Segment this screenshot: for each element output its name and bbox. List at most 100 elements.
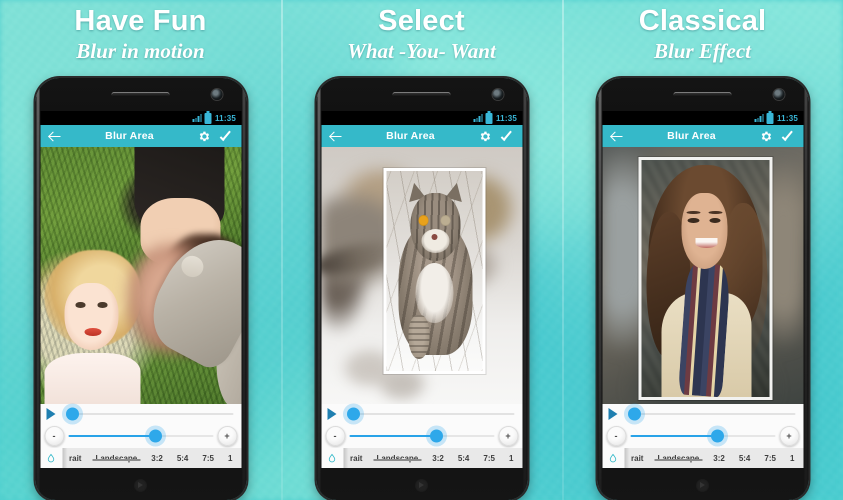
increase-button[interactable]: + [779, 426, 799, 446]
bottom-slider-thumb[interactable] [710, 429, 724, 443]
status-bar-2: 11:35 [321, 111, 522, 125]
bottom-slider-track[interactable] [630, 429, 775, 443]
panel-3-subtitle: Blur Effect [653, 39, 752, 63]
bottom-slider-row-2: - + [321, 424, 522, 448]
panel-1-title: Have Fun [74, 5, 207, 37]
app-bar-3: Blur Area [602, 125, 803, 147]
decrease-button[interactable]: - [44, 426, 64, 446]
cat-nose [431, 233, 438, 240]
home-button-2[interactable] [415, 479, 428, 492]
app-bar-title: Blur Area [386, 130, 435, 142]
ratio-option-7-5[interactable]: 7:5 [757, 454, 783, 463]
phone-screen-1: 11:35 Blur Area - + rait Landscape 3:2 5… [40, 111, 241, 468]
top-slider-track[interactable] [66, 407, 233, 421]
left-eye [75, 302, 86, 308]
increase-button[interactable]: + [217, 426, 237, 446]
home-button-3[interactable] [696, 479, 709, 492]
bottom-slider-track[interactable] [349, 429, 494, 443]
phone-mockup-3: 11:35 Blur Area - + rait Landscape 3:2 5… [597, 78, 808, 500]
play-triangle-icon[interactable] [608, 408, 617, 420]
ratio-option-7-5[interactable]: 7:5 [476, 454, 502, 463]
white-shirt [44, 352, 141, 404]
ratio-option-partial[interactable]: 1 [502, 454, 520, 463]
promo-panel-1: Have Fun Blur in motion 11:35 Blur Area [0, 0, 281, 500]
battery-icon [485, 111, 493, 124]
bottom-slider-fill [68, 434, 155, 438]
ratio-option-7-5[interactable]: 7:5 [195, 454, 221, 463]
phone-mockup-1: 11:35 Blur Area - + rait Landscape 3:2 5… [35, 78, 246, 500]
bottom-slider-row-1: - + [40, 424, 241, 448]
decrease-button[interactable]: - [606, 426, 626, 446]
ratio-strip-2[interactable]: rait Landscape 3:2 5:4 7:5 1 [343, 448, 522, 468]
top-slider-track[interactable] [347, 407, 514, 421]
panel-row: Have Fun Blur in motion 11:35 Blur Area [0, 0, 843, 500]
back-arrow-icon[interactable] [609, 129, 624, 144]
ratio-option-3-2[interactable]: 3:2 [425, 454, 451, 463]
panel-2-subtitle: What -You- Want [347, 39, 496, 63]
home-button-1[interactable] [134, 479, 147, 492]
top-slider-thumb[interactable] [66, 407, 80, 421]
top-slider-track[interactable] [628, 407, 795, 421]
back-arrow-icon[interactable] [47, 129, 62, 144]
photo-canvas-3[interactable] [602, 147, 803, 404]
bottom-slider-fill [349, 434, 436, 438]
top-slider-thumb[interactable] [628, 407, 642, 421]
ratio-option-3-2[interactable]: 3:2 [706, 454, 732, 463]
gear-icon[interactable] [759, 130, 772, 143]
ratio-option-landscape[interactable]: Landscape [88, 454, 144, 463]
back-arrow-icon[interactable] [328, 129, 343, 144]
app-bar-title: Blur Area [667, 130, 716, 142]
ratio-option-landscape[interactable]: Landscape [650, 454, 706, 463]
photo-canvas-2[interactable] [321, 147, 522, 404]
bottom-slider-track[interactable] [68, 429, 213, 443]
check-icon[interactable] [500, 129, 515, 144]
phone-edge-highlight-3 [804, 79, 807, 499]
check-icon[interactable] [219, 129, 234, 144]
ratio-option-partial[interactable]: 1 [783, 454, 801, 463]
phone-screen-3: 11:35 Blur Area - + rait Landscape 3:2 5… [602, 111, 803, 468]
gear-icon[interactable] [197, 130, 210, 143]
promo-screenshot-stage: Have Fun Blur in motion 11:35 Blur Area [0, 0, 843, 500]
check-icon[interactable] [781, 129, 796, 144]
ratio-option-3-2[interactable]: 3:2 [144, 454, 170, 463]
play-triangle-icon[interactable] [46, 408, 55, 420]
cat-chest [415, 262, 454, 323]
phone-edge-highlight-1 [242, 79, 245, 499]
water-drop-icon[interactable] [321, 448, 343, 468]
increase-button[interactable]: + [498, 426, 518, 446]
status-bar-1: 11:35 [40, 111, 241, 125]
water-drop-icon[interactable] [40, 448, 62, 468]
selection-frame[interactable] [383, 167, 486, 374]
ratio-option-partial[interactable]: 1 [221, 454, 239, 463]
earpiece-speaker-1 [111, 92, 170, 97]
ratio-option-5-4[interactable]: 5:4 [732, 454, 758, 463]
ratio-strip-3[interactable]: rait Landscape 3:2 5:4 7:5 1 [624, 448, 803, 468]
play-triangle-icon[interactable] [327, 408, 336, 420]
ratio-strip-1[interactable]: rait Landscape 3:2 5:4 7:5 1 [62, 448, 241, 468]
gear-icon[interactable] [478, 130, 491, 143]
bottom-slider-thumb[interactable] [148, 429, 162, 443]
status-clock: 11:35 [776, 113, 798, 123]
ratio-option-5-4[interactable]: 5:4 [451, 454, 477, 463]
editor-controls-1: - + rait Landscape 3:2 5:4 7:5 1 [40, 404, 241, 468]
aspect-ratio-bar-3: rait Landscape 3:2 5:4 7:5 1 [602, 448, 803, 468]
ratio-option-landscape[interactable]: Landscape [369, 454, 425, 463]
decrease-button[interactable]: - [325, 426, 345, 446]
top-slider-row-2 [321, 404, 522, 424]
ratio-option-5-4[interactable]: 5:4 [170, 454, 196, 463]
top-slider-thumb[interactable] [347, 407, 361, 421]
panel-2-headings: Select What -You- Want [281, 0, 562, 74]
bottom-slider-fill [630, 434, 717, 438]
promo-panel-3: Classical Blur Effect 11:35 Blur Area - … [562, 0, 843, 500]
strip-left-shadow [343, 448, 348, 468]
signal-bars-icon [473, 114, 483, 122]
front-camera-2 [492, 89, 503, 100]
selection-frame[interactable] [638, 157, 773, 400]
status-clock: 11:35 [495, 113, 517, 123]
photo-canvas-1[interactable] [40, 147, 241, 404]
aspect-ratio-bar-1: rait Landscape 3:2 5:4 7:5 1 [40, 448, 241, 468]
face [681, 193, 728, 270]
water-drop-icon[interactable] [602, 448, 624, 468]
status-clock: 11:35 [214, 113, 236, 123]
bottom-slider-thumb[interactable] [429, 429, 443, 443]
